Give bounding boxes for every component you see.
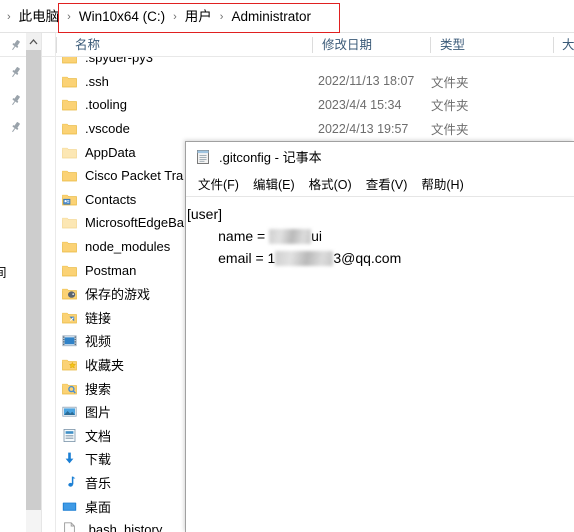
- menu-view[interactable]: 查看(V): [359, 171, 415, 196]
- pictures-icon: [61, 403, 78, 420]
- notepad-line-suffix: ui: [311, 228, 322, 244]
- file-list-row[interactable]: .spyder-py3: [56, 57, 574, 70]
- column-header-name[interactable]: 名称: [75, 33, 100, 57]
- column-header-type[interactable]: 类型: [440, 33, 465, 57]
- contacts-icon: [61, 191, 78, 208]
- pin-icon[interactable]: [9, 39, 22, 52]
- column-header-row: 名称 修改日期 类型 大: [0, 33, 574, 57]
- notepad-titlebar[interactable]: .gitconfig - 记事本: [186, 142, 574, 171]
- documents-icon: [61, 427, 78, 444]
- nav-scrollbar-up-arrow[interactable]: [26, 33, 41, 50]
- menu-help[interactable]: 帮助(H): [414, 171, 470, 196]
- videos-icon: [61, 332, 78, 349]
- file-icon: [61, 521, 78, 532]
- folder-icon: [61, 96, 78, 113]
- column-header-date-modified[interactable]: 修改日期: [322, 33, 372, 57]
- breadcrumb-item-administrator[interactable]: Administrator: [228, 7, 314, 27]
- searches-icon: [61, 380, 78, 397]
- file-list-row[interactable]: .ssh 2022/11/13 18:07 文件夹: [56, 70, 574, 94]
- folder-icon: [61, 167, 78, 184]
- breadcrumb-separator-3: ›: [219, 10, 224, 23]
- column-divider-0: [56, 37, 57, 53]
- saved-games-icon: [61, 285, 78, 302]
- column-divider-3[interactable]: [553, 37, 554, 53]
- redacted-text: [269, 228, 312, 244]
- notepad-text-area[interactable]: [user] name = ui email = 1 3@qq.com: [186, 197, 574, 532]
- file-name: .vscode: [85, 121, 130, 137]
- music-icon: [61, 474, 78, 491]
- file-name: .tooling: [85, 97, 127, 113]
- breadcrumb-item-users[interactable]: 用户: [182, 7, 215, 27]
- breadcrumb-separator-0: ›: [7, 10, 11, 23]
- nav-pane-divider: [41, 33, 42, 532]
- file-date-modified: 2022/4/13 19:57: [318, 121, 409, 136]
- pin-icon[interactable]: [9, 66, 22, 79]
- breadcrumb[interactable]: › 此电脑 › Win10x64 (C:) › 用户 › Administrat…: [0, 0, 574, 33]
- notepad-menubar[interactable]: 文件(F) 编辑(E) 格式(O) 查看(V) 帮助(H): [186, 171, 574, 196]
- breadcrumb-separator-1: ›: [67, 10, 71, 23]
- notepad-line-prefix: name =: [187, 228, 270, 244]
- folder-icon: [61, 238, 78, 255]
- notepad-text-line: name = ui: [186, 225, 574, 247]
- column-divider-2[interactable]: [430, 37, 431, 53]
- favorites-icon: [61, 356, 78, 373]
- folder-icon: [61, 120, 78, 137]
- notepad-text-line: [user]: [187, 206, 223, 222]
- notepad-text-line: email = 1 3@qq.com: [186, 247, 574, 269]
- file-list-row[interactable]: .tooling 2023/4/4 15:34 文件夹: [56, 93, 574, 117]
- column-header-size[interactable]: 大: [562, 33, 574, 57]
- menu-format[interactable]: 格式(O): [302, 171, 359, 196]
- notepad-title-text: .gitconfig - 记事本: [219, 150, 322, 165]
- desktop-icon: [61, 498, 78, 515]
- folder-faded-icon: [61, 214, 78, 231]
- menu-file[interactable]: 文件(F): [191, 171, 246, 196]
- column-divider-1[interactable]: [312, 37, 313, 53]
- pin-icon[interactable]: [9, 121, 22, 134]
- folder-faded-icon: [61, 144, 78, 161]
- links-icon: [61, 309, 78, 326]
- file-list-row[interactable]: .vscode 2022/4/13 19:57 文件夹: [56, 117, 574, 141]
- file-date-modified: 2022/11/13 18:07: [318, 74, 415, 89]
- file-name: .ssh: [85, 73, 109, 89]
- menu-edit[interactable]: 编辑(E): [246, 171, 302, 196]
- notepad-line-suffix: 3@qq.com: [333, 250, 402, 266]
- notepad-icon: [195, 149, 211, 165]
- file-name: .spyder-py3: [85, 57, 153, 66]
- folder-icon: [61, 73, 78, 90]
- folder-icon: [61, 262, 78, 279]
- breadcrumb-separator-2: ›: [173, 10, 177, 23]
- folder-icon: [61, 57, 78, 66]
- nav-item-partial-label[interactable]: 间: [0, 262, 7, 281]
- notepad-window[interactable]: .gitconfig - 记事本 文件(F) 编辑(E) 格式(O) 查看(V)…: [185, 141, 574, 532]
- notepad-line-prefix: email = 1: [187, 250, 276, 266]
- downloads-icon: [61, 450, 78, 467]
- file-type: 文件夹: [431, 99, 469, 114]
- redacted-text: [275, 250, 334, 266]
- file-date-modified: 2023/4/4 15:34: [318, 97, 402, 112]
- pin-icon[interactable]: [9, 94, 22, 107]
- file-type: 文件夹: [431, 75, 469, 90]
- nav-scrollbar-thumb[interactable]: [26, 50, 41, 510]
- file-type: 文件夹: [431, 123, 469, 138]
- breadcrumb-item-drive-c[interactable]: Win10x64 (C:): [76, 7, 168, 27]
- breadcrumb-item-this-pc[interactable]: 此电脑: [16, 7, 63, 27]
